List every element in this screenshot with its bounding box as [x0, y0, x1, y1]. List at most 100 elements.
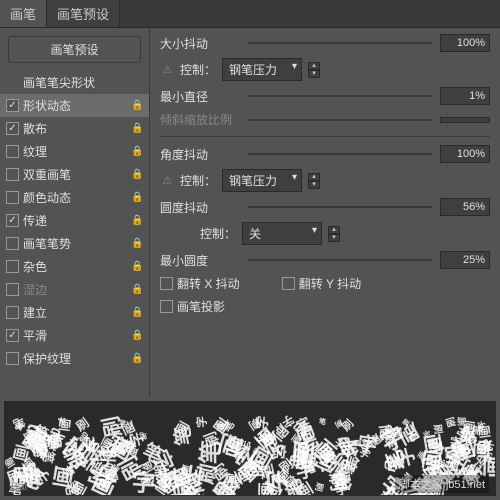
control2-stepper[interactable]: ▴▾ [308, 173, 320, 189]
flip-x-checkbox[interactable]: 翻转 X 抖动 [160, 275, 240, 292]
sidebar-item-label: 画笔笔势 [23, 235, 127, 252]
checkbox-icon[interactable] [6, 352, 19, 365]
sidebar-item-label: 杂色 [23, 258, 127, 275]
lock-icon: 🔒 [131, 123, 143, 134]
checkbox-icon[interactable] [6, 237, 19, 250]
round-jitter-slider[interactable] [248, 199, 432, 215]
brush-proj-checkbox[interactable]: 画笔投影 [160, 298, 225, 315]
control2-label: 控制： [180, 172, 216, 189]
sidebar: 画笔预设 画笔笔尖形状形状动态🔒散布🔒纹理🔒双重画笔🔒颜色动态🔒传递🔒画笔笔势🔒… [0, 28, 150, 397]
sidebar-item-label: 散布 [23, 120, 127, 137]
sidebar-item-0[interactable]: 画笔笔尖形状 [0, 71, 149, 94]
tab-brush[interactable]: 画笔 [0, 0, 47, 27]
sidebar-item-label: 颜色动态 [23, 189, 127, 206]
tab-presets[interactable]: 画笔预设 [47, 0, 120, 27]
sidebar-item-7[interactable]: 画笔笔势 🔒 [0, 232, 149, 255]
min-diameter-label: 最小直径 [160, 88, 240, 105]
lock-icon: 🔒 [131, 353, 143, 364]
size-jitter-row: 大小抖动 100% [160, 34, 490, 52]
lock-icon: 🔒 [131, 192, 143, 203]
sidebar-item-6[interactable]: 传递 🔒 [0, 209, 149, 232]
lock-icon: 🔒 [131, 215, 143, 226]
sidebar-item-label: 双重画笔 [23, 166, 127, 183]
sidebar-item-label: 平滑 [23, 327, 127, 344]
flip-y-label: 翻转 Y 抖动 [299, 275, 361, 292]
content-area: 大小抖动 100% ⚠ 控制： 钢笔压力 ▴▾ 最小直径 1% 倾斜缩放比例 [150, 28, 500, 397]
panel-body: 画笔预设 画笔笔尖形状形状动态🔒散布🔒纹理🔒双重画笔🔒颜色动态🔒传递🔒画笔笔势🔒… [0, 28, 500, 397]
tilt-scale-slider [248, 112, 432, 128]
size-jitter-value[interactable]: 100% [440, 34, 490, 52]
control1-row: ⚠ 控制： 钢笔压力 ▴▾ [160, 58, 490, 81]
lock-icon: 🔒 [131, 238, 143, 249]
lock-icon: 🔒 [131, 146, 143, 157]
warning-icon: ⚠ [160, 174, 174, 188]
tilt-scale-label: 倾斜缩放比例 [160, 111, 240, 128]
sidebar-item-8[interactable]: 杂色🔒 [0, 255, 149, 278]
sidebar-item-1[interactable]: 形状动态🔒 [0, 94, 149, 117]
control3-label: 控制： [200, 225, 236, 242]
control1-select[interactable]: 钢笔压力 [222, 58, 302, 81]
control2-row: ⚠ 控制： 钢笔压力 ▴▾ [160, 169, 490, 192]
warning-icon: ⚠ [160, 63, 174, 77]
angle-jitter-slider[interactable] [248, 146, 432, 162]
checkbox-icon[interactable] [6, 99, 19, 112]
sidebar-item-11[interactable]: 平滑 🔒 [0, 324, 149, 347]
min-round-label: 最小圆度 [160, 252, 240, 269]
control1-label: 控制： [180, 61, 216, 78]
brush-proj-row: 画笔投影 [160, 298, 490, 315]
size-jitter-label: 大小抖动 [160, 35, 240, 52]
control3-row: 控制： 关 ▴▾ [160, 222, 490, 245]
watermark-right: 脚本之家 jb51.net [395, 475, 489, 493]
control1-stepper[interactable]: ▴▾ [308, 62, 320, 78]
tilt-scale-row: 倾斜缩放比例 [160, 111, 490, 128]
sidebar-item-4[interactable]: 双重画笔🔒 [0, 163, 149, 186]
control3-stepper[interactable]: ▴▾ [328, 226, 340, 242]
checkbox-icon[interactable] [6, 260, 19, 273]
min-round-value[interactable]: 25% [440, 251, 490, 269]
checkbox-icon[interactable] [6, 145, 19, 158]
sidebar-item-label: 湿边 [23, 281, 127, 298]
flip-row: 翻转 X 抖动 翻转 Y 抖动 [160, 275, 490, 292]
control2-select[interactable]: 钢笔压力 [222, 169, 302, 192]
checkbox-icon[interactable] [6, 283, 19, 296]
lock-icon: 🔒 [131, 330, 143, 341]
min-diameter-row: 最小直径 1% [160, 87, 490, 105]
checkbox-icon[interactable] [6, 329, 19, 342]
sidebar-item-label: 保护纹理 [23, 350, 127, 367]
tilt-scale-value [440, 117, 490, 123]
sidebar-item-3[interactable]: 纹理 🔒 [0, 140, 149, 163]
checkbox-icon[interactable] [6, 191, 19, 204]
angle-jitter-row: 角度抖动 100% [160, 145, 490, 163]
checkbox-icon[interactable] [6, 306, 19, 319]
angle-jitter-value[interactable]: 100% [440, 145, 490, 163]
round-jitter-row: 圆度抖动 56% [160, 198, 490, 216]
checkbox-icon[interactable] [6, 122, 19, 135]
min-diameter-value[interactable]: 1% [440, 87, 490, 105]
round-jitter-label: 圆度抖动 [160, 199, 240, 216]
sidebar-item-label: 纹理 [23, 143, 127, 160]
lock-icon: 🔒 [131, 284, 143, 295]
sidebar-item-label: 建立 [23, 304, 127, 321]
sidebar-item-10[interactable]: 建立🔒 [0, 301, 149, 324]
checkbox-icon[interactable] [6, 168, 19, 181]
min-round-slider[interactable] [248, 252, 432, 268]
round-jitter-value[interactable]: 56% [440, 198, 490, 216]
brush-panel: 画笔 画笔预设 画笔预设 画笔笔尖形状形状动态🔒散布🔒纹理🔒双重画笔🔒颜色动态🔒… [0, 0, 500, 500]
checkbox-icon[interactable] [6, 214, 19, 227]
sidebar-item-label: 传递 [23, 212, 127, 229]
sidebar-item-9[interactable]: 湿边 🔒 [0, 278, 149, 301]
flip-y-checkbox[interactable]: 翻转 Y 抖动 [282, 275, 361, 292]
sidebar-item-label: 形状动态 [23, 97, 127, 114]
min-diameter-slider[interactable] [248, 88, 432, 104]
brush-presets-button[interactable]: 画笔预设 [8, 36, 141, 63]
flip-x-label: 翻转 X 抖动 [177, 275, 240, 292]
sidebar-item-5[interactable]: 颜色动态 🔒 [0, 186, 149, 209]
size-jitter-slider[interactable] [248, 35, 432, 51]
control3-select[interactable]: 关 [242, 222, 322, 245]
sidebar-item-2[interactable]: 散布 🔒 [0, 117, 149, 140]
brush-preview: 字笔画刷字笔画刷字笔画刷字笔画刷字笔画刷字笔画刷字笔画刷字笔画刷字笔画刷字笔画刷… [4, 401, 496, 496]
sidebar-item-12[interactable]: 保护纹理 🔒 [0, 347, 149, 370]
min-round-row: 最小圆度 25% [160, 251, 490, 269]
panel-tabs: 画笔 画笔预设 [0, 0, 500, 28]
watermark-left: Bai [11, 481, 27, 493]
